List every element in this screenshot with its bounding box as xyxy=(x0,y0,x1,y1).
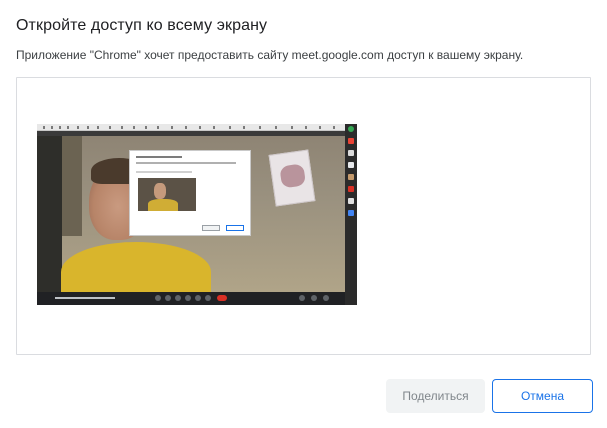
thumbnail-meet-controls xyxy=(37,292,345,305)
dialog-description: Приложение "Chrome" хочет предоставить с… xyxy=(16,48,524,62)
share-screen-dialog: Откройте доступ ко всему экрану Приложен… xyxy=(0,0,607,428)
dialog-title: Откройте доступ ко всему экрану xyxy=(16,17,268,34)
wall-poster xyxy=(268,149,316,207)
screen-thumbnail[interactable] xyxy=(37,124,357,305)
thumbnail-side-panel xyxy=(345,124,357,305)
person-shirt xyxy=(61,242,211,292)
thumbnail-browser-tabbar xyxy=(37,124,347,131)
cancel-button[interactable]: Отмена xyxy=(492,379,593,413)
end-call-icon xyxy=(217,295,227,301)
share-button[interactable]: Поделиться xyxy=(386,379,485,413)
thumbnail-nested-share-dialog xyxy=(129,150,251,236)
thumbnail-camera-feed xyxy=(37,136,345,292)
